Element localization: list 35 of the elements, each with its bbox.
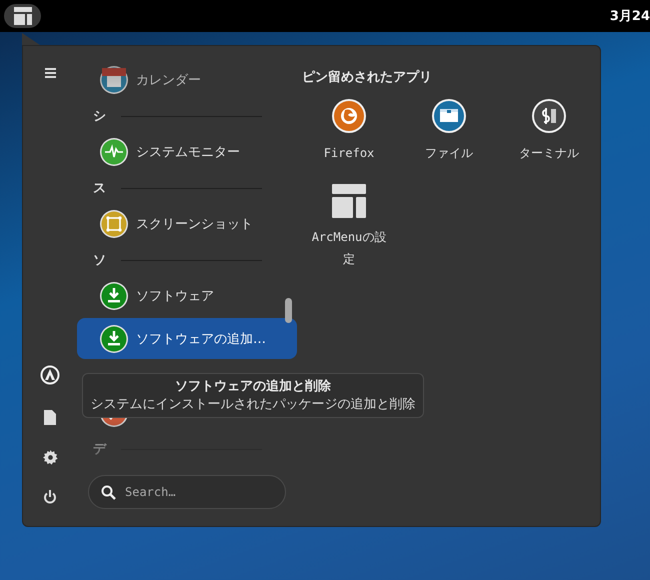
section-letter: ス — [93, 180, 107, 197]
app-item[interactable]: カレンダー — [77, 62, 297, 98]
app-item[interactable]: スクリーンショット — [77, 206, 297, 242]
menu-button[interactable] — [4, 4, 41, 28]
tooltip-description: システムにインストールされたパッケージの追加と削除 — [90, 396, 416, 413]
tooltip-title: ソフトウェアの追加と削除 — [175, 378, 331, 395]
section-letter: ソ — [93, 252, 107, 269]
pinned-app[interactable]: Firefox — [299, 98, 399, 164]
search-icon — [101, 485, 116, 500]
download-icon — [99, 324, 129, 354]
section-letter: デ — [93, 441, 107, 458]
layout-icon — [332, 184, 366, 218]
pinned-app[interactable]: ファイル — [399, 98, 499, 164]
app-item[interactable]: ソフトウェアの追加… — [77, 318, 297, 359]
power-icon[interactable] — [43, 490, 57, 504]
document-icon[interactable] — [44, 410, 56, 425]
terminal-icon — [531, 98, 567, 134]
app-item[interactable]: システムモニター — [77, 134, 297, 170]
clock[interactable]: 3月24 — [610, 7, 650, 25]
layout-icon — [14, 7, 32, 25]
pulse-icon — [99, 137, 129, 167]
scrollbar[interactable] — [285, 298, 292, 323]
arch-logo-icon[interactable] — [40, 365, 60, 385]
frame-icon — [99, 209, 129, 239]
calendar-icon — [99, 65, 129, 95]
settings-icon[interactable] — [42, 450, 58, 465]
download-icon — [99, 281, 129, 311]
section-title: ピン留めされたアプリ — [302, 68, 433, 86]
firefox-icon — [331, 98, 367, 134]
pinned-app[interactable]: ターミナル — [499, 98, 599, 164]
section-letter: シ — [93, 108, 107, 125]
search-field[interactable]: Search… — [88, 475, 286, 509]
folder-icon — [431, 98, 467, 134]
pinned-app[interactable]: ArcMenuの設定 — [299, 184, 399, 270]
menu-icon[interactable] — [44, 68, 56, 78]
